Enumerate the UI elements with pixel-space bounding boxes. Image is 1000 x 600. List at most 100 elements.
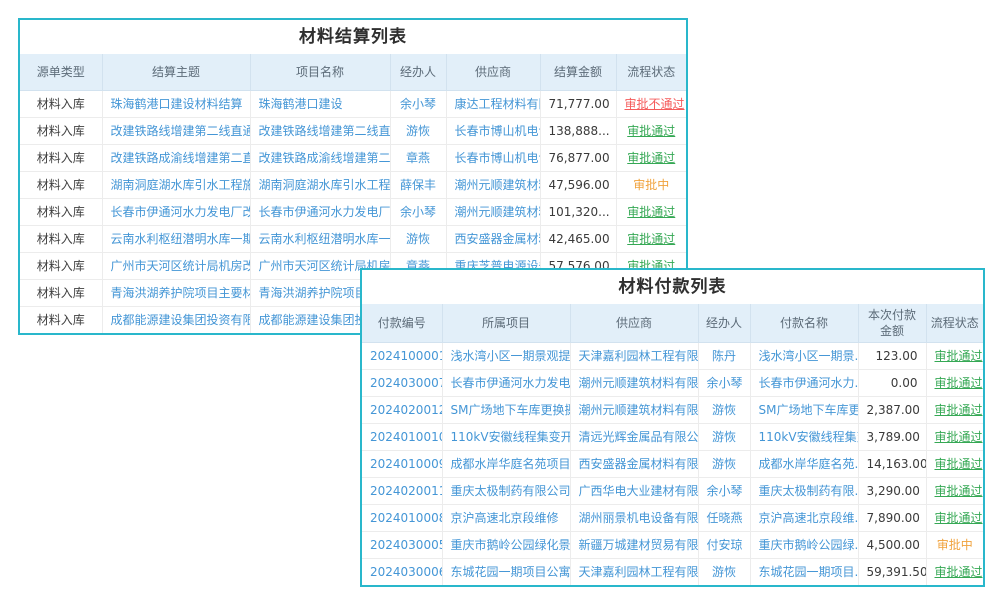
header-supplier: 供应商 xyxy=(570,304,698,342)
table-row: 2024010008京沪高速北京段维修湖州丽景机电设备有限...任晓燕京沪高速北… xyxy=(362,504,983,531)
cell-project-name[interactable]: 珠海鹤港口建设 xyxy=(250,90,390,117)
cell-handler[interactable]: 余小琴 xyxy=(698,477,750,504)
cell-supplier[interactable]: 潮州元顺建筑材料有... xyxy=(446,198,540,225)
cell-flow-status[interactable]: 审批通过 xyxy=(926,504,983,531)
cell-project[interactable]: 浅水湾小区一期景观提... xyxy=(442,342,570,369)
cell-project-name[interactable]: 改建铁路成渝线增建第二... xyxy=(250,144,390,171)
cell-source-type: 材料入库 xyxy=(20,144,102,171)
cell-supplier[interactable]: 天津嘉利园林工程有限... xyxy=(570,558,698,585)
cell-payment-amount: 2,387.00 xyxy=(858,396,926,423)
cell-payment-name[interactable]: SM广场地下车库更... xyxy=(750,396,858,423)
cell-flow-status[interactable]: 审批通过 xyxy=(926,342,983,369)
cell-supplier[interactable]: 潮州元顺建筑材料有... xyxy=(446,171,540,198)
cell-payment-amount: 59,391.50 xyxy=(858,558,926,585)
cell-project[interactable]: 东城花园一期项目公寓... xyxy=(442,558,570,585)
cell-supplier[interactable]: 西安盛器金属材料有... xyxy=(446,225,540,252)
header-settlement-subject: 结算主题 xyxy=(102,54,250,90)
cell-payment-name[interactable]: 110kV安徽线程集变... xyxy=(750,423,858,450)
cell-flow-status[interactable]: 审批不通过 xyxy=(616,90,686,117)
cell-handler[interactable]: 游恢 xyxy=(698,396,750,423)
cell-flow-status[interactable]: 审批通过 xyxy=(616,117,686,144)
cell-flow-status[interactable]: 审批通过 xyxy=(926,558,983,585)
cell-source-type: 材料入库 xyxy=(20,279,102,306)
cell-payment-name[interactable]: 重庆市鹅岭公园绿... xyxy=(750,531,858,558)
cell-payment-no[interactable]: 2024030006 xyxy=(362,558,442,585)
table-row: 2024030006东城花园一期项目公寓...天津嘉利园林工程有限...游恢东城… xyxy=(362,558,983,585)
cell-flow-status[interactable]: 审批通过 xyxy=(926,450,983,477)
cell-project[interactable]: 重庆市鹅岭公园绿化景... xyxy=(442,531,570,558)
cell-payment-no[interactable]: 2024010008 xyxy=(362,504,442,531)
cell-payment-no[interactable]: 2024020012 xyxy=(362,396,442,423)
cell-payment-no[interactable]: 2024010010 xyxy=(362,423,442,450)
cell-handler[interactable]: 陈丹 xyxy=(698,342,750,369)
cell-project[interactable]: 长春市伊通河水力发电... xyxy=(442,369,570,396)
cell-payment-no[interactable]: 2024100001 xyxy=(362,342,442,369)
cell-handler[interactable]: 章燕 xyxy=(390,144,446,171)
cell-settlement-subject[interactable]: 长春市伊通河水力发电厂改建工程... xyxy=(102,198,250,225)
cell-supplier[interactable]: 清远光辉金属品有限公司 xyxy=(570,423,698,450)
cell-flow-status[interactable]: 审批通过 xyxy=(926,396,983,423)
cell-payment-amount: 14,163.00 xyxy=(858,450,926,477)
cell-settlement-amount: 138,888... xyxy=(540,117,616,144)
cell-supplier[interactable]: 长春市博山机电设备... xyxy=(446,144,540,171)
cell-payment-name[interactable]: 东城花园一期项目... xyxy=(750,558,858,585)
cell-flow-status[interactable]: 审批通过 xyxy=(616,144,686,171)
cell-flow-status[interactable]: 审批通过 xyxy=(616,198,686,225)
cell-payment-name[interactable]: 京沪高速北京段维... xyxy=(750,504,858,531)
cell-supplier[interactable]: 湖州丽景机电设备有限... xyxy=(570,504,698,531)
cell-project[interactable]: 京沪高速北京段维修 xyxy=(442,504,570,531)
cell-payment-name[interactable]: 浅水湾小区一期景... xyxy=(750,342,858,369)
cell-handler[interactable]: 任晓燕 xyxy=(698,504,750,531)
cell-project[interactable]: 110kV安徽线程集变开断... xyxy=(442,423,570,450)
cell-handler[interactable]: 游恢 xyxy=(390,225,446,252)
settlement-table-title: 材料结算列表 xyxy=(20,20,686,54)
cell-project[interactable]: 重庆太极制药有限公司... xyxy=(442,477,570,504)
cell-supplier[interactable]: 潮州元顺建筑材料有限... xyxy=(570,369,698,396)
cell-flow-status[interactable]: 审批通过 xyxy=(616,225,686,252)
cell-handler[interactable]: 余小琴 xyxy=(390,90,446,117)
cell-supplier[interactable]: 长春市博山机电设备... xyxy=(446,117,540,144)
cell-project-name[interactable]: 云南水利枢纽潜明水库一... xyxy=(250,225,390,252)
cell-handler[interactable]: 游恢 xyxy=(390,117,446,144)
cell-settlement-subject[interactable]: 改建铁路成渝线增建第二直通线（... xyxy=(102,144,250,171)
cell-handler[interactable]: 薛保丰 xyxy=(390,171,446,198)
cell-supplier[interactable]: 天津嘉利园林工程有限... xyxy=(570,342,698,369)
cell-handler[interactable]: 游恢 xyxy=(698,558,750,585)
cell-supplier[interactable]: 康达工程材料有限公司 xyxy=(446,90,540,117)
cell-payment-no[interactable]: 2024010009 xyxy=(362,450,442,477)
cell-project-name[interactable]: 改建铁路线增建第二线直... xyxy=(250,117,390,144)
cell-settlement-subject[interactable]: 珠海鹤港口建设材料结算 xyxy=(102,90,250,117)
cell-handler[interactable]: 余小琴 xyxy=(390,198,446,225)
cell-supplier[interactable]: 西安盛器金属材料有限... xyxy=(570,450,698,477)
cell-settlement-subject[interactable]: 成都能源建设集团投资有限公司临... xyxy=(102,306,250,333)
cell-payment-name[interactable]: 成都水岸华庭名苑... xyxy=(750,450,858,477)
cell-flow-status[interactable]: 审批通过 xyxy=(926,477,983,504)
cell-payment-no[interactable]: 2024030007 xyxy=(362,369,442,396)
cell-project[interactable]: SM广场地下车库更换摄... xyxy=(442,396,570,423)
cell-flow-status[interactable]: 审批通过 xyxy=(926,369,983,396)
cell-payment-name[interactable]: 重庆太极制药有限... xyxy=(750,477,858,504)
cell-settlement-subject[interactable]: 广州市天河区统计局机房改造项目... xyxy=(102,252,250,279)
cell-project[interactable]: 成都水岸华庭名苑项目... xyxy=(442,450,570,477)
cell-payment-no[interactable]: 2024030005 xyxy=(362,531,442,558)
cell-payment-name[interactable]: 长春市伊通河水力... xyxy=(750,369,858,396)
cell-settlement-subject[interactable]: 湖南洞庭湖水库引水工程施工I标材... xyxy=(102,171,250,198)
payment-table-card: 材料付款列表 付款编号所属项目供应商经办人付款名称本次付款金额流程状态20241… xyxy=(360,268,985,587)
cell-payment-no[interactable]: 2024020011 xyxy=(362,477,442,504)
cell-settlement-subject[interactable]: 改建铁路线增建第二线直通线（成... xyxy=(102,117,250,144)
cell-settlement-subject[interactable]: 云南水利枢纽潜明水库一期工程施... xyxy=(102,225,250,252)
table-row: 材料入库云南水利枢纽潜明水库一期工程施...云南水利枢纽潜明水库一...游恢西安… xyxy=(20,225,686,252)
cell-flow-status[interactable]: 审批通过 xyxy=(926,423,983,450)
cell-project-name[interactable]: 湖南洞庭湖水库引水工程... xyxy=(250,171,390,198)
cell-settlement-subject[interactable]: 青海洪湖养护院项目主要材料结算 xyxy=(102,279,250,306)
cell-payment-amount: 4,500.00 xyxy=(858,531,926,558)
cell-supplier[interactable]: 潮州元顺建筑材料有限... xyxy=(570,396,698,423)
cell-source-type: 材料入库 xyxy=(20,252,102,279)
cell-handler[interactable]: 游恢 xyxy=(698,423,750,450)
cell-supplier[interactable]: 广西华电大业建材有限... xyxy=(570,477,698,504)
cell-handler[interactable]: 付安琼 xyxy=(698,531,750,558)
cell-supplier[interactable]: 新疆万城建材贸易有限... xyxy=(570,531,698,558)
cell-handler[interactable]: 余小琴 xyxy=(698,369,750,396)
cell-handler[interactable]: 游恢 xyxy=(698,450,750,477)
cell-project-name[interactable]: 长春市伊通河水力发电厂... xyxy=(250,198,390,225)
